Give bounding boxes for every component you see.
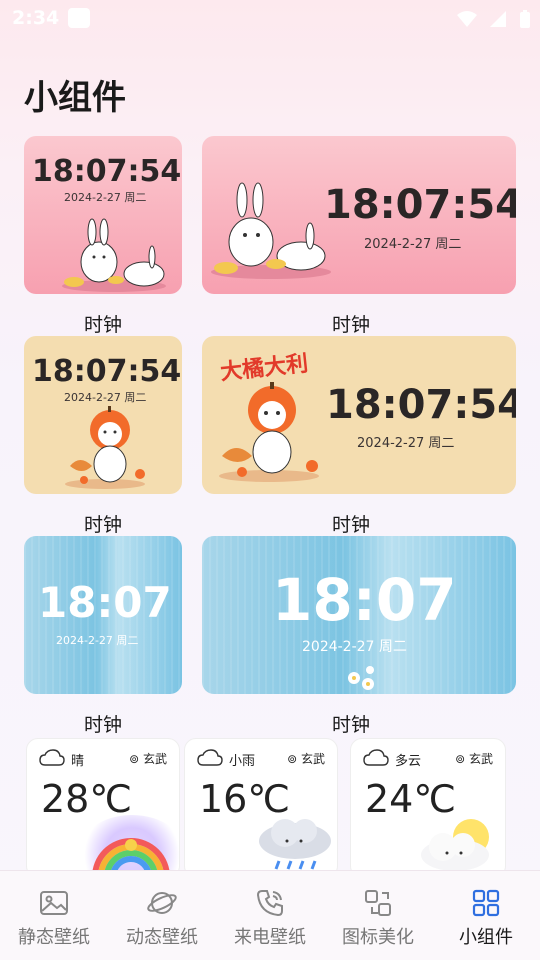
nav-call-wallpaper[interactable]: 来电壁纸 [216,871,324,960]
phone-icon [256,890,283,917]
tiger-illustration [219,382,319,482]
nav-static-wallpaper[interactable]: 静态壁纸 [0,871,108,960]
rain-cloud-icon [259,819,331,870]
nav-label: 小组件 [459,927,513,948]
clock-time: 18:07:54 [326,382,516,428]
widget-caption: 时钟 [331,514,370,536]
clock-date: 2024-2-27 周二 [64,391,147,404]
nav-label: 动态壁纸 [126,927,198,948]
weather-condition: 多云 [395,754,422,769]
widget-caption: 时钟 [331,314,370,336]
cloud-outline-icon [363,749,389,766]
nav-label: 来电壁纸 [234,927,306,948]
weather-temperature: 24℃ [365,777,457,821]
bunny-illustration [62,218,166,292]
widget-clock-tiger-large[interactable]: 大橘大利 18:07:54 2024-2-27 周二 [202,336,516,494]
planet-icon [147,892,177,914]
widget-caption: 时钟 [83,514,122,536]
clock-date: 2024-2-27 周二 [357,436,455,451]
clock-time: 18:07 [272,566,457,634]
status-bar: 2:34 [0,0,540,36]
nav-label: 静态壁纸 [18,927,90,948]
widget-caption: 时钟 [83,314,122,336]
cloudy-sun-icon [421,819,489,871]
weather-widget-rain[interactable]: 小雨 ⊚ 玄武 16℃ [184,738,338,878]
nav-label: 图标美化 [342,927,414,948]
widget-clock-tiger-small[interactable]: 18:07:54 2024-2-27 周二 [24,336,182,494]
cloud-outline-icon [39,749,65,766]
weather-location: ⊚ 玄武 [129,752,167,766]
bunny-illustration [211,182,331,279]
weather-location: ⊚ 玄武 [287,752,325,766]
clock-date: 2024-2-27 周二 [302,639,407,655]
widget-caption: 时钟 [83,714,122,736]
widget-clock-ocean-small[interactable]: 18:07 2024-2-27 周二 [24,536,182,694]
widgets-icon [472,889,500,917]
location-pin-icon: ⊚ [287,752,298,766]
status-icons [451,7,530,29]
page-title: 小组件 [24,78,126,118]
clock-date: 2024-2-27 周二 [56,634,139,647]
clock-time: 18:07:54 [324,182,516,228]
weather-condition: 晴 [71,754,85,769]
cloud-outline-icon [197,749,223,766]
widget-caption: 时钟 [331,714,370,736]
flower-illustration [348,666,374,690]
image-icon [40,891,68,915]
icon-beautify-icon [365,890,391,916]
location-pin-icon: ⊚ [129,752,140,766]
weather-temperature: 28℃ [41,777,133,821]
clock-time: 18:07 [38,578,172,627]
wifi-icon [456,10,477,27]
weather-location: ⊚ 玄武 [455,752,493,766]
clock-time: 18:07:54 [32,154,182,189]
nav-widgets[interactable]: 小组件 [432,871,540,960]
status-time: 2:34 [12,7,60,29]
widget-clock-pink-small[interactable]: 18:07:54 2024-2-27 周二 [24,136,182,294]
widget-clock-pink-large[interactable]: 18:07:54 2024-2-27 周二 [202,136,516,294]
clock-time: 18:07:54 [32,354,182,389]
bottom-nav: 静态壁纸 动态壁纸 来电壁纸 图标美化 小组件 [0,870,540,960]
clock-date: 2024-2-27 周二 [64,191,147,204]
notification-icon [68,8,90,28]
clock-date: 2024-2-27 周二 [364,237,462,252]
weather-widget-cloudy[interactable]: 多云 ⊚ 玄武 24℃ [350,738,506,878]
nav-icon-beautify[interactable]: 图标美化 [324,871,432,960]
signal-icon [490,10,507,27]
weather-condition: 小雨 [229,754,256,769]
battery-icon [520,9,530,28]
widget-clock-ocean-large[interactable]: 18:07 2024-2-27 周二 [202,536,516,694]
nav-live-wallpaper[interactable]: 动态壁纸 [108,871,216,960]
location-pin-icon: ⊚ [455,752,466,766]
weather-widget-sunny[interactable]: 晴 ⊚ 玄武 28℃ [26,738,180,878]
tiger-illustration [65,406,145,489]
